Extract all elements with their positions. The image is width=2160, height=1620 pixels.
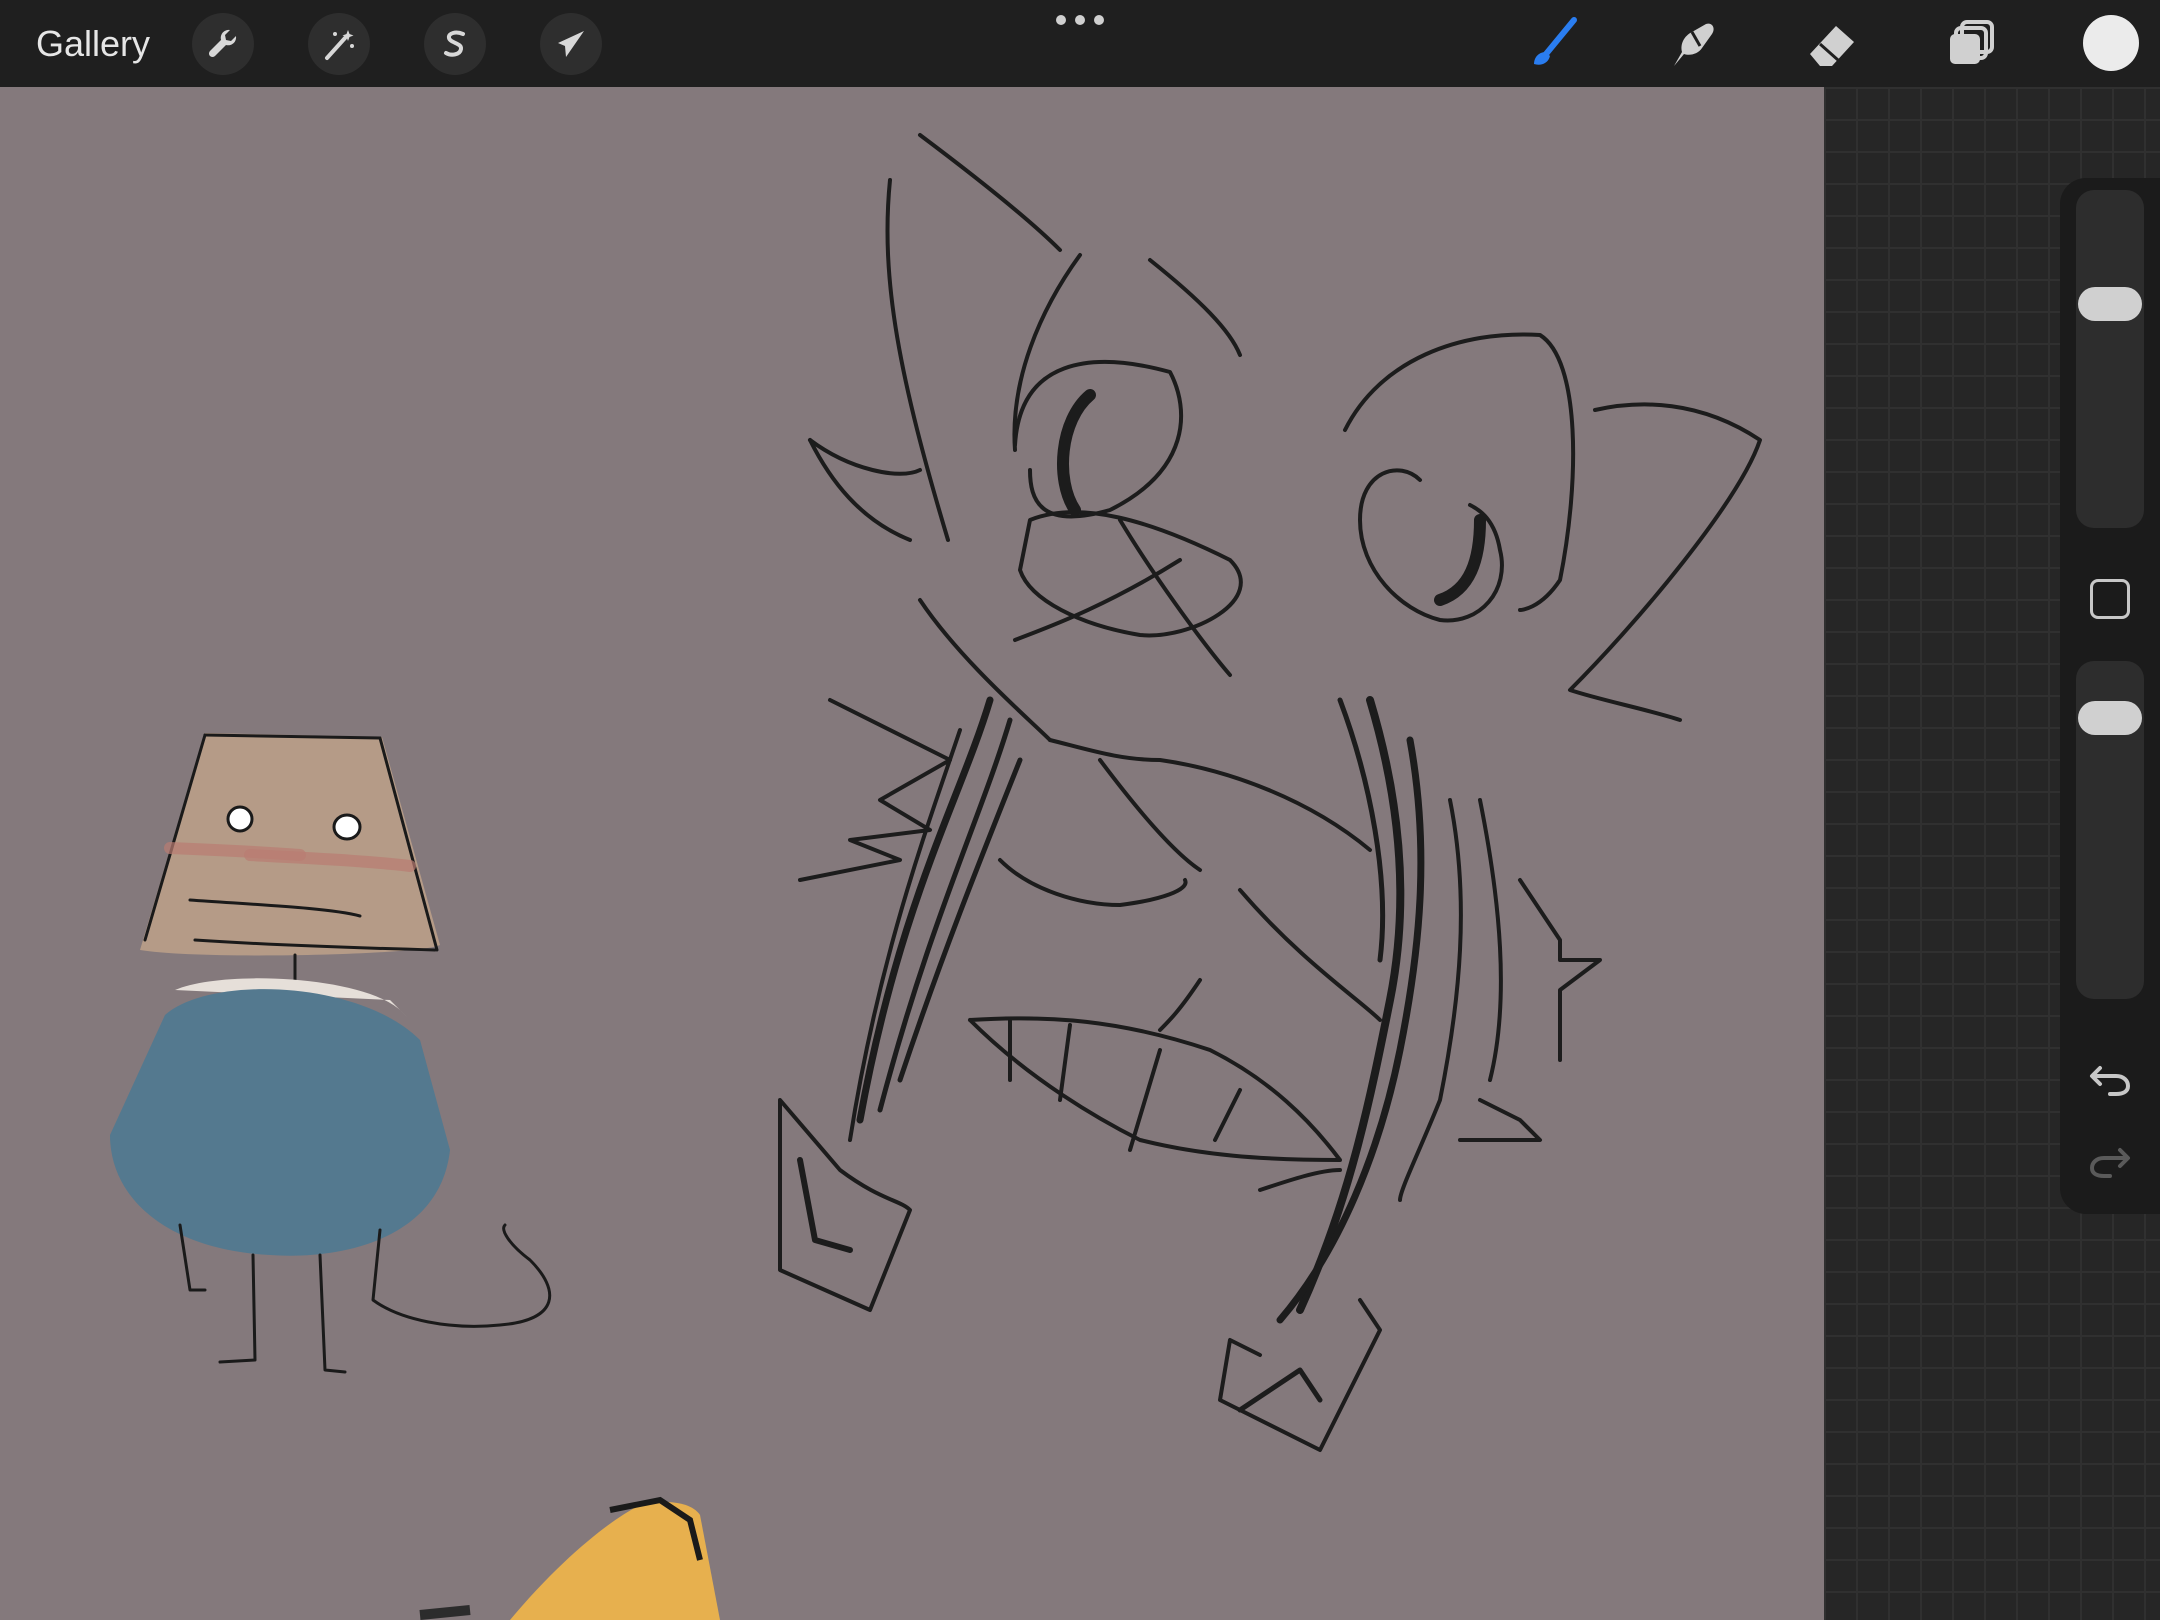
- lamp-character-drawing: [110, 733, 552, 1374]
- eraser-icon: [1810, 26, 1854, 66]
- smudge-finger-icon: [1674, 23, 1714, 66]
- side-toolbar: [2060, 178, 2160, 1214]
- brush-size-slider[interactable]: [2076, 190, 2144, 528]
- top-toolbar: Gallery: [0, 0, 2160, 87]
- opacity-slider[interactable]: [2076, 661, 2144, 999]
- dot-icon: [1056, 15, 1066, 25]
- transform-button[interactable]: [540, 13, 602, 75]
- layers-icon: [1950, 20, 1994, 64]
- actions-button[interactable]: [192, 13, 254, 75]
- color-picker-button[interactable]: [2083, 15, 2139, 71]
- wrench-icon: [208, 29, 237, 58]
- selection-s-icon: [444, 30, 465, 57]
- magic-wand-icon: [325, 30, 354, 60]
- gallery-button[interactable]: Gallery: [36, 22, 150, 66]
- dot-icon: [1075, 15, 1085, 25]
- smudge-tool-button[interactable]: [1662, 14, 1722, 74]
- yellow-character-fragment: [419, 1496, 720, 1620]
- opacity-thumb[interactable]: [2078, 701, 2142, 735]
- undo-icon[interactable]: [2086, 1054, 2134, 1102]
- redo-icon[interactable]: [2086, 1136, 2134, 1184]
- square-modify-icon[interactable]: [2090, 579, 2130, 619]
- arrow-cursor-icon: [558, 31, 584, 57]
- adjustments-button[interactable]: [308, 13, 370, 75]
- layers-button[interactable]: [1942, 14, 2002, 74]
- eraser-tool-button[interactable]: [1802, 14, 1862, 74]
- brush-icon: [1534, 17, 1577, 65]
- brush-size-thumb[interactable]: [2078, 287, 2142, 321]
- sketch-artwork: [110, 133, 1762, 1620]
- brush-tool-button[interactable]: [1522, 14, 1582, 74]
- more-options-button[interactable]: [1056, 13, 1104, 27]
- dot-icon: [1094, 15, 1104, 25]
- selection-button[interactable]: [424, 13, 486, 75]
- monster-sketch-drawing: [778, 133, 1762, 1452]
- drawing-canvas[interactable]: [0, 87, 1824, 1620]
